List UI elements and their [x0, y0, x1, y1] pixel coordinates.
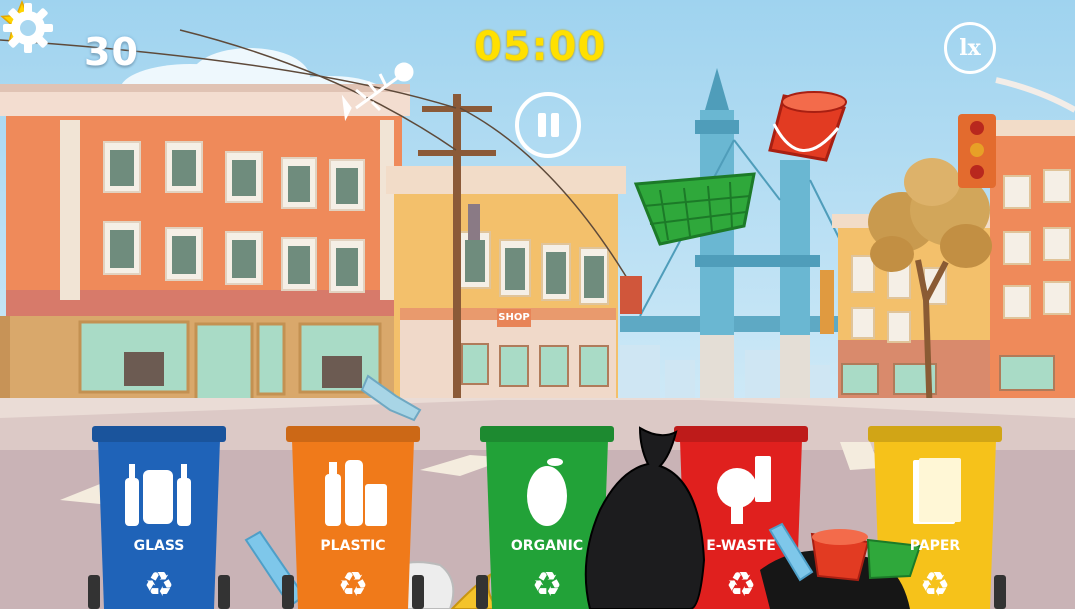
pause-icon-bar [551, 113, 559, 137]
bin-glass[interactable]: ♻ [88, 426, 230, 609]
paper-icon [913, 458, 961, 524]
recycle-icon: ♻ [532, 565, 562, 605]
bin-label: PAPER [909, 538, 961, 554]
recycle-icon: ♻ [920, 565, 950, 605]
recycle-icon: ♻ [338, 565, 368, 605]
bin-label: PLASTIC [320, 538, 386, 554]
bins-layer: ♻ ♻ ♻ ♻ ♻ [88, 426, 1006, 609]
bin-plastic[interactable]: ♻ [282, 426, 424, 609]
recycle-icon: ♻ [726, 565, 756, 605]
shop-sign: SHOP [498, 312, 530, 323]
recycle-icon: ♻ [144, 565, 174, 605]
bin-label: E-WASTE [706, 538, 776, 554]
score-value: 30 [84, 30, 139, 74]
timer-display: 05:00 [474, 24, 607, 70]
bin-organic[interactable]: ♻ [476, 426, 618, 609]
bin-ewaste[interactable]: ♻ [670, 426, 812, 609]
pause-icon [538, 113, 546, 137]
gear-icon[interactable] [0, 0, 56, 56]
bin-label: GLASS [133, 538, 185, 554]
glass-icon [125, 464, 191, 526]
bin-paper[interactable]: ♻ [864, 426, 1006, 609]
pause-button[interactable] [515, 92, 581, 158]
bin-label: ORGANIC [510, 538, 584, 554]
game-scene: ♻ ♻ ♻ ♻ ♻ SHOP GLASS PLASTIC ORGANIC E-WASTE PA… [0, 0, 1075, 609]
speed-button[interactable]: lx [944, 22, 996, 74]
